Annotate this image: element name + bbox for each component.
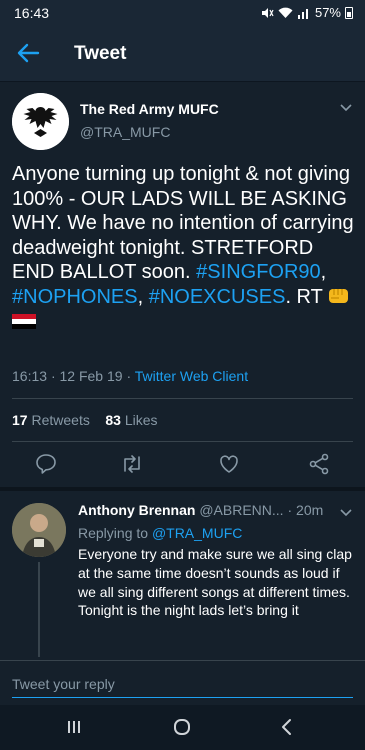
replying-to: Replying to @TRA_MUFC: [78, 525, 242, 541]
reply-age: 20m: [296, 502, 324, 518]
back-arrow-icon[interactable]: [14, 39, 42, 67]
recents-icon[interactable]: [62, 715, 86, 739]
section-separator: [0, 487, 365, 491]
person-photo-icon: [12, 503, 66, 557]
divider: [12, 441, 353, 442]
chevron-down-icon[interactable]: [339, 505, 353, 519]
reply-input[interactable]: [12, 670, 353, 698]
tweet-text: Anyone turning up tonight & not giving 1…: [12, 162, 357, 334]
reply-avatar[interactable]: [12, 503, 66, 557]
meta-separator: ·: [287, 502, 293, 518]
reply-icon[interactable]: [34, 452, 58, 476]
like-icon[interactable]: [217, 452, 241, 476]
fist-emoji-icon: [329, 288, 349, 303]
likes-stat[interactable]: 83 Likes: [105, 412, 157, 428]
tweet-client-link[interactable]: Twitter Web Client: [135, 368, 248, 384]
eagle-logo-icon: [12, 93, 69, 150]
mute-icon: [261, 7, 274, 18]
meta-separator: ·: [50, 368, 56, 384]
author-name[interactable]: The Red Army MUFC: [80, 101, 219, 117]
status-time: 16:43: [14, 5, 50, 21]
system-nav-bar: [0, 705, 365, 750]
tweet-text-sep: ,: [137, 285, 149, 308]
author-avatar[interactable]: [12, 93, 69, 150]
reply-text: Everyone try and make sure we all sing c…: [78, 546, 352, 619]
yemen-flag-icon: [12, 313, 36, 329]
tweet-text-sep: ,: [320, 261, 327, 284]
tweet-actions: [0, 452, 365, 482]
reply-composer: [0, 660, 365, 705]
tweet-text-tail: . RT: [285, 285, 329, 308]
retweets-count: 17: [12, 412, 28, 428]
replying-handle-link[interactable]: @TRA_MUFC: [152, 525, 242, 541]
hashtag-link[interactable]: #NOPHONES: [12, 286, 138, 308]
author-handle[interactable]: @TRA_MUFC: [80, 124, 170, 140]
top-app-bar: Tweet: [0, 26, 365, 82]
hashtag-link[interactable]: #SINGFOR90: [196, 261, 320, 283]
divider: [12, 398, 353, 399]
likes-label: Likes: [124, 412, 158, 428]
battery-percent: 57%: [314, 5, 341, 20]
hashtag-link[interactable]: #NOEXCUSES: [149, 286, 286, 308]
status-icons: 57%: [260, 5, 353, 20]
signal-icon: [297, 8, 308, 19]
reply-header: Anthony Brennan @ABRENN... · 20m: [78, 502, 323, 518]
wifi-icon: [278, 7, 293, 18]
back-nav-icon[interactable]: [275, 715, 299, 739]
battery-icon: [345, 6, 353, 19]
meta-separator: ·: [126, 368, 132, 384]
page-title: Tweet: [74, 43, 127, 64]
tweet-date: 12 Feb 19: [59, 368, 123, 384]
replying-prefix: Replying to: [78, 525, 149, 541]
status-bar: 16:43 57%: [0, 0, 365, 26]
tweet-time: 16:13: [12, 368, 48, 384]
retweets-stat[interactable]: 17 Retweets: [12, 412, 90, 428]
retweets-label: Retweets: [31, 412, 90, 428]
likes-count: 83: [105, 412, 121, 428]
home-icon[interactable]: [170, 715, 194, 739]
share-icon[interactable]: [307, 452, 331, 476]
tweet-meta: 16:13 · 12 Feb 19 · Twitter Web Client: [12, 368, 248, 384]
reply-author-handle[interactable]: @ABRENN...: [199, 502, 283, 518]
retweet-icon[interactable]: [120, 452, 144, 476]
tweet-stats: 17 Retweets 83 Likes: [12, 412, 158, 428]
reply-author-name[interactable]: Anthony Brennan: [78, 502, 195, 518]
thread-line: [38, 562, 40, 657]
chevron-down-icon[interactable]: [339, 100, 353, 114]
